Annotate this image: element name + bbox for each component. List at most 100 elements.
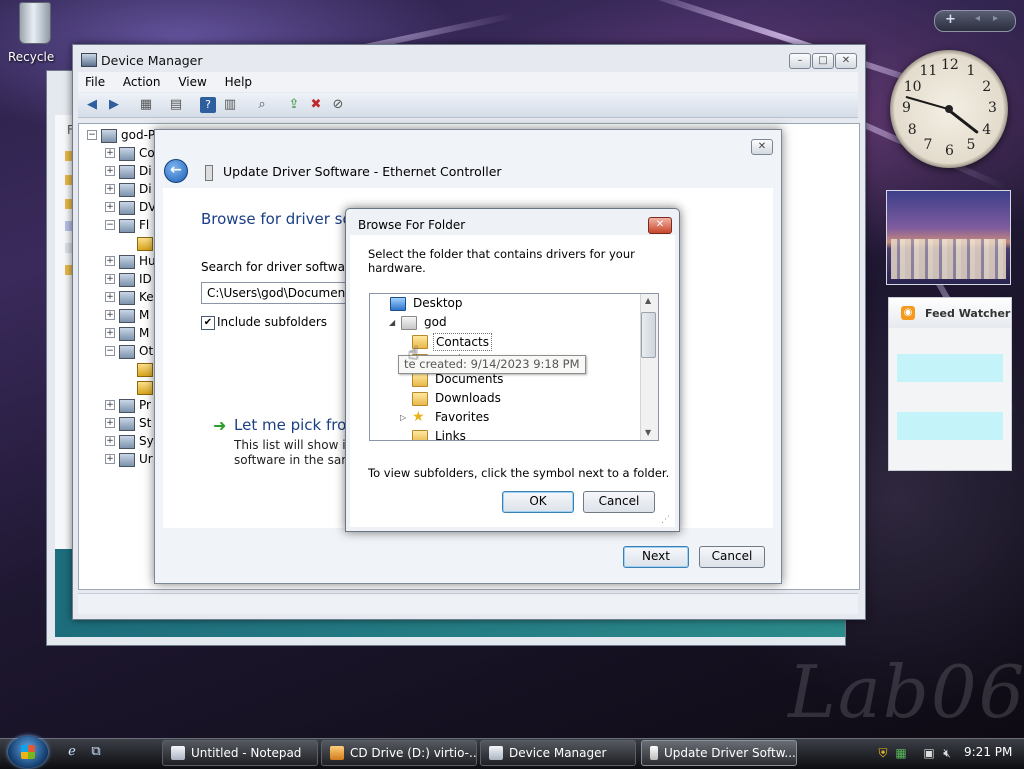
tree-item-label: M bbox=[139, 308, 150, 322]
expand-icon[interactable]: + bbox=[105, 166, 115, 176]
expand-icon[interactable]: + bbox=[105, 274, 115, 284]
clock-numeral: 8 bbox=[907, 121, 917, 138]
scroll-down-icon[interactable]: ▼ bbox=[645, 428, 651, 437]
tree-item-label: Pr bbox=[139, 398, 151, 412]
feed-header: ◉ Feed Watcher bbox=[889, 298, 1011, 328]
action-pane-icon[interactable]: ▥ bbox=[222, 97, 238, 113]
security-shield-icon[interactable]: ⛨ bbox=[876, 746, 890, 760]
internet-explorer-icon[interactable]: ℯ bbox=[64, 744, 80, 760]
expand-icon[interactable]: + bbox=[105, 400, 115, 410]
taskbar-item-label: Untitled - Notepad bbox=[191, 746, 302, 760]
previous-icon[interactable]: ◂ bbox=[975, 13, 980, 24]
network-card-icon bbox=[205, 165, 213, 181]
user-folder-icon bbox=[401, 316, 417, 330]
expand-icon[interactable]: + bbox=[105, 184, 115, 194]
tree-item-label: Di bbox=[139, 182, 152, 196]
windows-logo-icon bbox=[21, 745, 35, 759]
collapse-icon[interactable]: − bbox=[87, 130, 97, 140]
add-gadget-icon[interactable]: + bbox=[945, 12, 956, 27]
taskbar-item-update-driver[interactable]: Update Driver Softw... bbox=[641, 740, 797, 766]
menu-file[interactable]: File bbox=[78, 72, 112, 92]
update-driver-icon[interactable]: ⇪ bbox=[286, 97, 302, 113]
feed-item[interactable] bbox=[897, 354, 1003, 382]
close-button[interactable]: ✕ bbox=[648, 217, 672, 234]
close-button[interactable]: ✕ bbox=[835, 53, 857, 69]
expand-icon[interactable]: + bbox=[105, 256, 115, 266]
clock-numeral: 3 bbox=[988, 100, 997, 116]
cancel-button[interactable]: Cancel bbox=[699, 546, 765, 568]
clock-gadget[interactable]: 12 1 2 3 4 5 6 7 8 9 10 11 bbox=[890, 50, 1008, 168]
maximize-button[interactable]: □ bbox=[812, 53, 834, 69]
back-arrow-icon[interactable]: ◀ bbox=[84, 97, 100, 113]
clock-center bbox=[945, 105, 953, 113]
folder-tree-item-label: god bbox=[424, 315, 447, 329]
device-category-icon bbox=[119, 453, 135, 467]
expand-icon[interactable]: + bbox=[105, 328, 115, 338]
computer-icon bbox=[101, 129, 117, 143]
scroll-up-icon[interactable]: ▲ bbox=[645, 296, 651, 305]
scrollbar-thumb[interactable] bbox=[641, 312, 656, 358]
expand-icon[interactable]: + bbox=[105, 454, 115, 464]
device-manager-icon bbox=[489, 746, 503, 760]
slideshow-gadget[interactable] bbox=[886, 190, 1011, 285]
network-icon[interactable]: ▣ bbox=[922, 746, 936, 760]
collapse-icon[interactable]: − bbox=[105, 346, 115, 356]
forward-arrow-icon[interactable]: ▶ bbox=[106, 97, 122, 113]
menu-view[interactable]: View bbox=[171, 72, 213, 92]
include-subfolders-label[interactable]: Include subfolders bbox=[217, 315, 327, 329]
switch-windows-icon[interactable]: ⧉ bbox=[88, 744, 104, 760]
recycle-bin[interactable]: Recycle bbox=[0, 2, 70, 64]
minimize-button[interactable]: – bbox=[789, 53, 811, 69]
unknown-device-icon bbox=[137, 381, 153, 395]
feed-watcher-gadget[interactable]: ◉ Feed Watcher bbox=[888, 297, 1012, 471]
feed-item[interactable] bbox=[897, 412, 1003, 440]
volume-muted-icon[interactable]: 🔇︎ bbox=[940, 746, 954, 760]
ok-button[interactable]: OK bbox=[502, 491, 574, 513]
include-subfolders-checkbox[interactable]: ✔ bbox=[201, 316, 215, 330]
expand-icon[interactable]: + bbox=[105, 418, 115, 428]
resize-grip-icon[interactable]: ⋰ bbox=[661, 515, 670, 525]
device-category-icon bbox=[119, 219, 135, 233]
expand-icon[interactable]: + bbox=[105, 148, 115, 158]
slideshow-image bbox=[891, 239, 1006, 279]
back-arrow-icon[interactable]: ← bbox=[164, 159, 188, 183]
expand-icon[interactable]: ▷ bbox=[400, 408, 406, 427]
folder-tree-item-label: Contacts bbox=[433, 333, 492, 351]
tree-item-label: ID bbox=[139, 272, 152, 286]
windows-update-icon[interactable]: ▦ bbox=[894, 746, 908, 760]
expand-icon[interactable]: + bbox=[105, 310, 115, 320]
tree-item-label: M bbox=[139, 326, 150, 340]
taskbar-clock[interactable]: 9:21 PM bbox=[964, 745, 1012, 759]
collapse-icon[interactable]: − bbox=[105, 220, 115, 230]
expand-icon[interactable]: + bbox=[105, 292, 115, 302]
downloads-folder-icon bbox=[412, 392, 428, 406]
collapse-icon[interactable]: ◢ bbox=[389, 313, 395, 332]
menu-action[interactable]: Action bbox=[116, 72, 168, 92]
taskbar-item-notepad[interactable]: Untitled - Notepad bbox=[162, 740, 318, 766]
cd-drive-icon bbox=[330, 746, 344, 760]
pick-from-list-link[interactable]: Let me pick from bbox=[234, 416, 361, 434]
next-icon[interactable]: ▸ bbox=[993, 13, 998, 24]
next-button[interactable]: Next bbox=[623, 546, 689, 568]
start-button[interactable] bbox=[8, 736, 48, 768]
wizard-header: ← Update Driver Software - Ethernet Cont… bbox=[155, 130, 781, 188]
device-category-icon bbox=[119, 255, 135, 269]
help-icon[interactable]: ? bbox=[200, 97, 216, 113]
expand-icon[interactable]: + bbox=[105, 202, 115, 212]
tree-item-label: Co bbox=[139, 146, 155, 160]
scan-hardware-icon[interactable]: ⌕ bbox=[254, 97, 270, 113]
taskbar-item-label: CD Drive (D:) virtio-... bbox=[350, 746, 477, 760]
clock-numeral: 2 bbox=[982, 78, 992, 95]
close-button[interactable]: ✕ bbox=[751, 139, 773, 155]
expand-icon[interactable]: + bbox=[105, 436, 115, 446]
taskbar-item-cd-drive[interactable]: CD Drive (D:) virtio-... bbox=[321, 740, 477, 766]
disable-device-icon[interactable]: ⊘ bbox=[330, 97, 346, 113]
show-hide-console-tree-icon[interactable]: ▦ bbox=[138, 97, 154, 113]
device-category-icon bbox=[119, 417, 135, 431]
taskbar-item-device-manager[interactable]: Device Manager bbox=[480, 740, 636, 766]
cancel-button[interactable]: Cancel bbox=[583, 491, 655, 513]
clock-numeral: 9 bbox=[902, 100, 911, 116]
properties-icon[interactable]: ▤ bbox=[168, 97, 184, 113]
menu-help[interactable]: Help bbox=[218, 72, 259, 92]
uninstall-icon[interactable]: ✖ bbox=[308, 97, 324, 113]
